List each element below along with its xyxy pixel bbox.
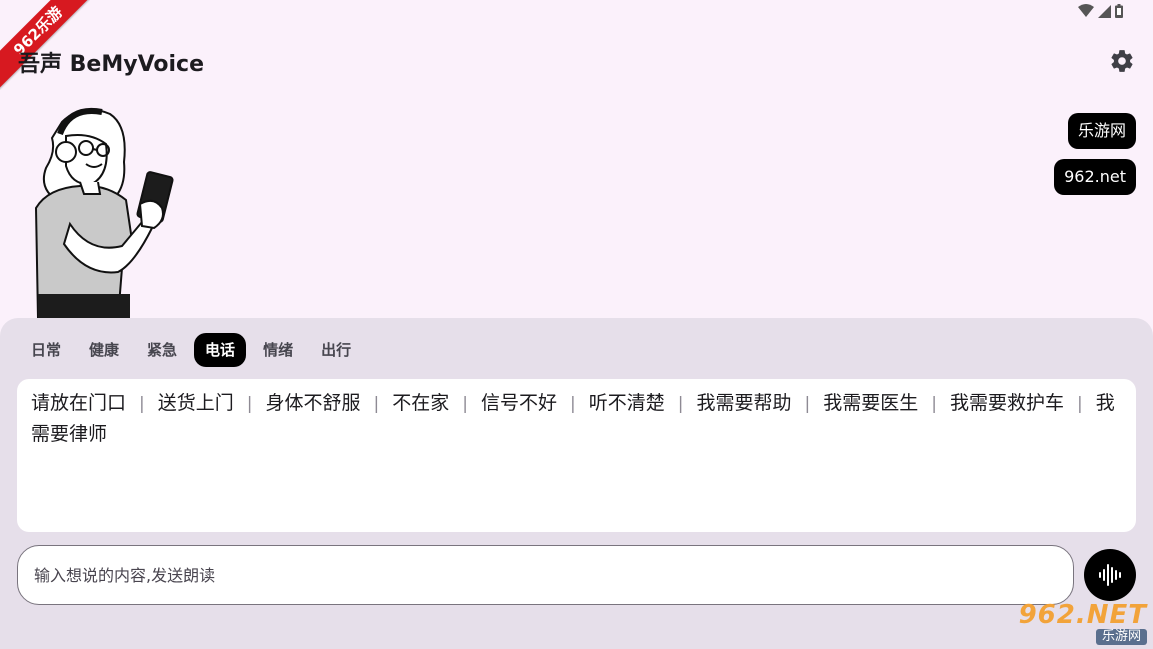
phrase-panel: 日常 健康 紧急 电话 情绪 出行 请放在门口 | 送货上门 | 身体不舒服 | 不在家 | 信…	[0, 318, 1153, 649]
phrase-separator: |	[373, 394, 380, 414]
phrase-item[interactable]: 送货上门	[158, 392, 234, 414]
phrase-separator: |	[677, 394, 684, 414]
phrase-item[interactable]: 信号不好	[481, 392, 557, 414]
app-title: 吾声 BeMyVoice	[18, 52, 205, 77]
person-with-phone-illustration	[34, 108, 174, 318]
phrase-separator: |	[570, 394, 576, 414]
battery-icon	[1115, 4, 1123, 18]
phrase-separator: |	[1077, 394, 1083, 414]
status-bar	[1078, 4, 1123, 18]
watermark-logo: 962.NET 乐游网	[1011, 600, 1147, 646]
tab-emotion[interactable]: 情绪	[252, 333, 304, 367]
phrase-separator: |	[246, 394, 253, 414]
phrase-item[interactable]: 我需要救护车	[950, 392, 1064, 414]
phrase-item[interactable]: 不在家	[392, 392, 449, 414]
phrase-item[interactable]: 听不清楚	[589, 392, 665, 414]
phrase-separator: |	[462, 394, 468, 414]
chip-leyouwang[interactable]: 乐游网	[1067, 113, 1136, 149]
voice-button[interactable]	[1084, 549, 1136, 601]
chip-962-net[interactable]: 962.net	[1054, 159, 1136, 195]
phrase-separator: |	[139, 394, 145, 414]
phrase-separator: |	[931, 394, 937, 414]
tab-phone[interactable]: 电话	[194, 333, 247, 367]
tab-daily[interactable]: 日常	[20, 333, 72, 367]
phrase-item[interactable]: 我需要帮助	[697, 392, 792, 414]
tab-emergency[interactable]: 紧急	[136, 333, 188, 367]
speech-input[interactable]	[18, 546, 1073, 604]
wifi-icon	[1078, 4, 1094, 17]
watermark-sub: 乐游网	[1095, 629, 1147, 645]
settings-button[interactable]	[1109, 48, 1135, 74]
phrase-item[interactable]: 我需要医生	[823, 392, 918, 414]
phrase-item[interactable]: 请放在门口	[31, 392, 126, 414]
tab-health[interactable]: 健康	[78, 333, 130, 367]
tab-travel[interactable]: 出行	[310, 333, 362, 367]
watermark-main: 962.NET	[1018, 600, 1147, 630]
phrase-item[interactable]: 身体不舒服	[266, 392, 361, 414]
speech-input-container	[17, 545, 1074, 605]
phrase-list: 请放在门口 | 送货上门 | 身体不舒服 | 不在家 | 信号不好 | 听不清楚 | 我需要帮助 | 我需要…	[17, 379, 1136, 532]
signal-icon	[1098, 4, 1111, 18]
category-tabs: 日常 健康 紧急 电话 情绪 出行	[20, 333, 362, 367]
sound-wave-icon	[1099, 564, 1121, 586]
phrase-separator: |	[804, 394, 811, 414]
gear-icon	[1111, 50, 1133, 72]
